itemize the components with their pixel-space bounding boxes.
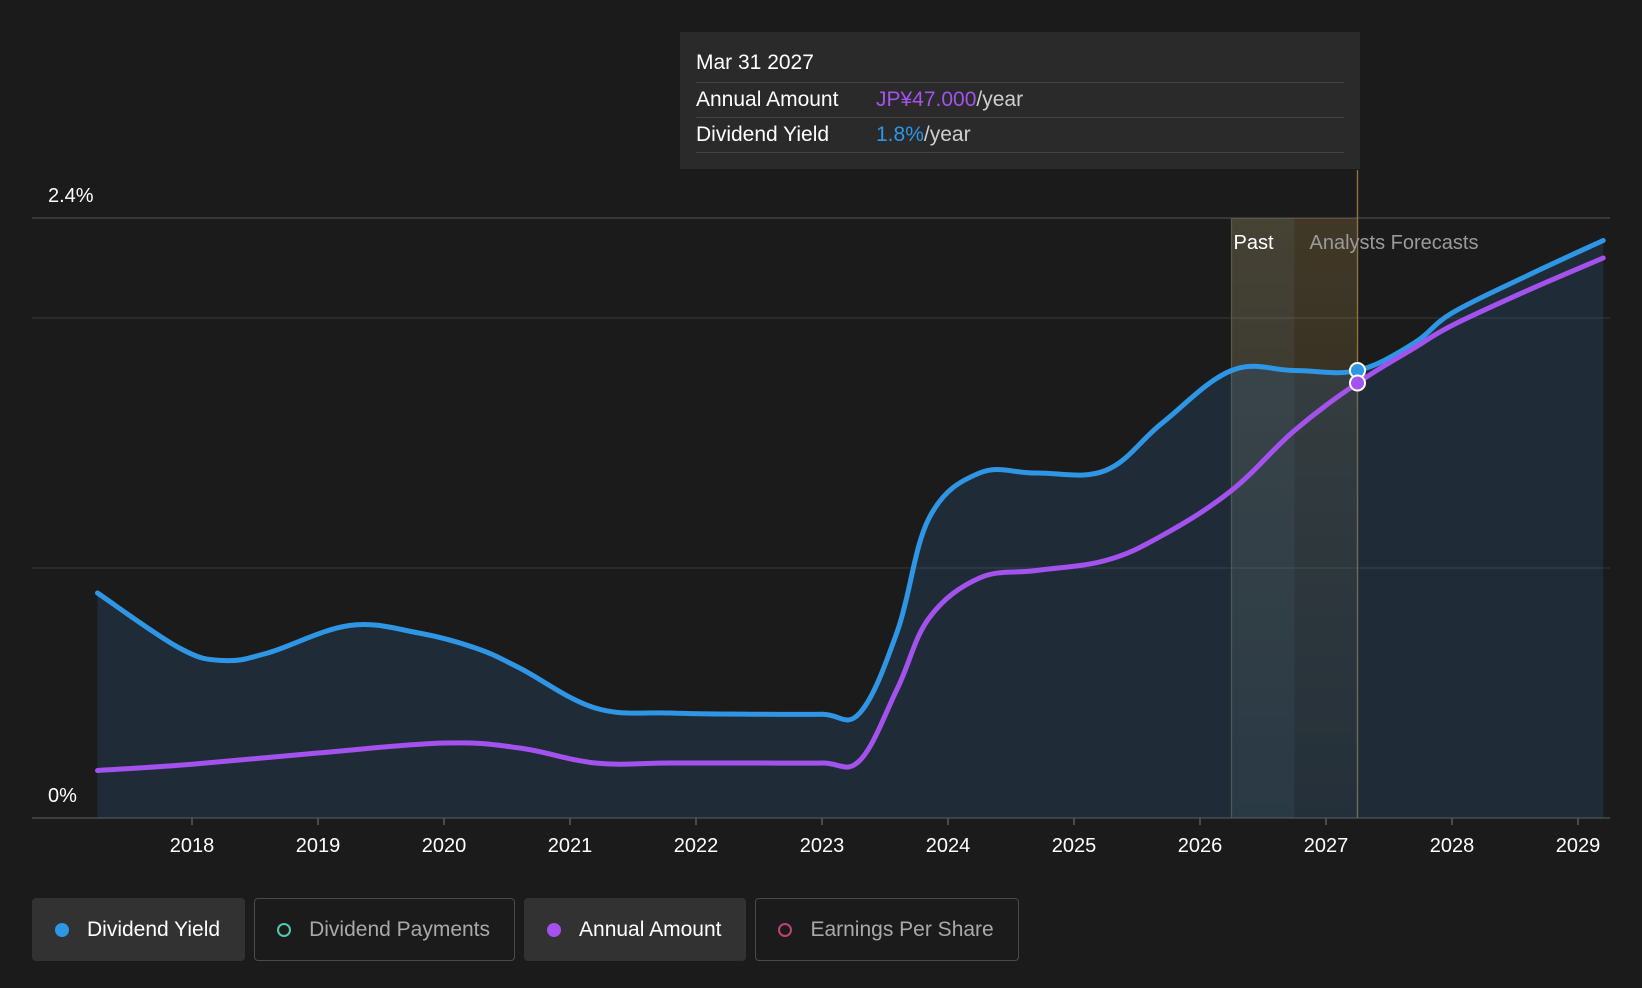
x-tick-label: 2024 xyxy=(926,835,971,857)
tooltip-unit: /year xyxy=(923,123,971,146)
legend-label: Dividend Yield xyxy=(87,917,221,941)
tooltip-value: 1.8% xyxy=(876,123,924,146)
y-axis-label-bottom: 0% xyxy=(48,785,77,807)
dividend-yield-area xyxy=(97,240,1604,818)
hollow-dot-icon xyxy=(778,922,793,937)
past-label: Past xyxy=(1234,232,1274,254)
annual-amount-highlight-point xyxy=(1349,374,1366,392)
chart-legend: Dividend Yield Dividend Payments Annual … xyxy=(32,898,1028,961)
x-tick-label: 2021 xyxy=(548,835,593,857)
chart-tooltip: Mar 31 2027 Annual Amount JP¥47.000 /yea… xyxy=(680,32,1360,169)
tooltip-value: JP¥47.000 xyxy=(876,88,977,111)
x-tick-label: 2020 xyxy=(422,835,467,857)
legend-earnings-per-share-button[interactable]: Earnings Per Share xyxy=(755,898,1019,961)
x-tick-label: 2019 xyxy=(296,835,341,857)
tooltip-row-annual-amount: Annual Amount JP¥47.000 /year xyxy=(696,83,1344,118)
filled-dot-icon xyxy=(55,922,69,937)
legend-annual-amount-button[interactable]: Annual Amount xyxy=(524,898,747,961)
y-axis-label-top: 2.4% xyxy=(48,185,94,207)
legend-label: Dividend Payments xyxy=(309,917,491,941)
x-tick-label: 2027 xyxy=(1304,835,1349,857)
filled-dot-icon xyxy=(547,922,562,937)
x-tick-label: 2022 xyxy=(674,835,719,857)
x-tick-label: 2023 xyxy=(800,835,845,857)
tooltip-row-dividend-yield: Dividend Yield 1.8% /year xyxy=(696,118,1344,153)
legend-label: Annual Amount xyxy=(579,917,722,941)
x-tick-label: 2025 xyxy=(1052,835,1097,857)
x-tick-label: 2029 xyxy=(1556,835,1601,857)
hollow-dot-icon xyxy=(277,922,292,937)
x-tick-label: 2028 xyxy=(1430,835,1475,857)
tooltip-label: Annual Amount xyxy=(696,88,839,111)
legend-label: Earnings Per Share xyxy=(810,917,994,941)
tooltip-unit: /year xyxy=(976,88,1024,111)
tooltip-date: Mar 31 2027 xyxy=(696,46,1344,83)
tooltip-label: Dividend Yield xyxy=(696,123,830,146)
forecast-label: Analysts Forecasts xyxy=(1310,232,1479,254)
x-tick-label: 2026 xyxy=(1178,835,1223,857)
legend-dividend-payments-button[interactable]: Dividend Payments xyxy=(254,898,516,961)
x-tick-label: 2018 xyxy=(170,835,215,857)
legend-dividend-yield-button[interactable]: Dividend Yield xyxy=(32,898,246,961)
